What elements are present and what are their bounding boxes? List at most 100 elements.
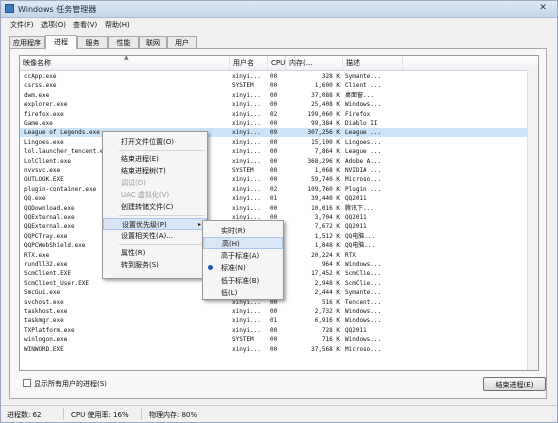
process-description: Windows... — [345, 308, 382, 315]
process-description: QQ2011 — [345, 326, 367, 334]
process-name: explorer.exe — [24, 101, 68, 109]
process-description: QQ2011 — [345, 195, 367, 203]
column-header: 映像名称 ▲ 用户名 CPU 内存(... 描述 — [20, 56, 538, 71]
tab-services[interactable]: 服务 — [77, 36, 108, 48]
context-menu-item[interactable]: 设置相关性(A)... — [103, 230, 207, 242]
context-menu-item[interactable]: 结束进程(E) — [103, 153, 207, 165]
menu-separator — [119, 150, 205, 151]
status-divider — [141, 408, 142, 420]
tab-processes[interactable]: 进程 — [45, 35, 77, 49]
process-cpu: 00 — [270, 148, 278, 156]
process-row[interactable]: csrss.exe SYSTEM 00 1,600 K Client ... — [20, 81, 538, 90]
process-memory: 1,068 K — [314, 167, 340, 174]
process-memory: 37,568 K — [311, 345, 340, 353]
process-description: Microso... — [345, 345, 382, 353]
process-description: League ... — [345, 148, 382, 156]
process-name: winlogon.exe — [24, 336, 68, 344]
priority-option[interactable]: 低于标准(B) — [203, 275, 283, 287]
context-menu-item[interactable]: 创建转储文件(C) — [103, 201, 207, 213]
menu-options[interactable]: 选项(O) — [41, 20, 66, 30]
context-menu-item-label: 属性(R) — [121, 249, 146, 257]
process-cpu: 00 — [270, 91, 278, 99]
process-memory: 516 K — [321, 298, 340, 306]
process-row[interactable]: Game.exe xinyi... 00 99,384 K Diablo II — [20, 119, 538, 128]
context-menu-item: UAC 虚拟化(V) — [103, 189, 207, 201]
process-user: xinyi... — [232, 91, 261, 99]
process-row[interactable]: explorer.exe xinyi... 00 25,408 K Windows... — [20, 100, 538, 109]
process-description: Client ... — [345, 82, 382, 90]
context-menu-item-label: 结束进程树(T) — [121, 167, 166, 175]
priority-option[interactable]: 低(L) — [203, 287, 283, 299]
priority-option[interactable]: 实时(R) — [203, 225, 283, 237]
process-description: QQ2011 — [345, 223, 367, 231]
process-cpu: 01 — [270, 195, 278, 203]
process-name: SmcGui.exe — [24, 289, 61, 297]
process-memory: 109,760 K — [307, 185, 340, 193]
context-menu-item-label: 打开文件位置(O) — [121, 138, 174, 146]
process-row[interactable]: taskmgr.exe xinyi... 01 6,916 K Windows... — [20, 316, 538, 325]
tab-networking[interactable]: 联网 — [139, 36, 167, 48]
process-row[interactable]: WINWORD.EXE xinyi... 00 37,568 K Microso... — [20, 345, 538, 354]
process-name: TXPlatform.exe — [24, 326, 75, 334]
tab-applications[interactable]: 应用程序 — [9, 36, 45, 48]
menu-help[interactable]: 帮助(H) — [105, 20, 130, 30]
process-row[interactable]: winlogon.exe SYSTEM 00 716 K Windows... — [20, 335, 538, 344]
context-menu-item[interactable]: 属性(R) — [103, 247, 207, 259]
process-cpu: 00 — [270, 120, 278, 127]
context-menu-item[interactable]: 打开文件位置(O) — [103, 136, 207, 148]
process-cpu: 02 — [270, 110, 278, 118]
process-cpu: 01 — [270, 317, 278, 325]
column-user-name[interactable]: 用户名 — [230, 56, 268, 70]
process-user: SYSTEM — [232, 82, 254, 90]
process-row[interactable]: dwm.exe xinyi... 00 37,088 K 桌面窗... — [20, 91, 538, 100]
process-row[interactable]: lol.launcher_tencent.exe xinyi... 00 7,864 … — [20, 147, 538, 156]
process-row[interactable]: OUTLOOK.EXE xinyi... 00 59,740 K Microso... — [20, 175, 538, 184]
process-row[interactable]: taskhost.exe xinyi... 00 2,732 K Windows... — [20, 307, 538, 316]
process-list[interactable]: 映像名称 ▲ 用户名 CPU 内存(... 描述 ccApp.exe xinyi.… — [19, 55, 539, 371]
process-row[interactable]: QQDownload.exe xinyi... 00 10,016 K 腾讯下... — [20, 204, 538, 213]
status-bar: 进程数: 62 CPU 使用率: 16% 物理内存: 80% — [1, 405, 557, 423]
process-user: xinyi... — [232, 185, 261, 193]
context-menu-item-label: 结束进程(E) — [121, 155, 159, 163]
process-memory: 17,452 K — [311, 270, 340, 278]
process-row[interactable]: nvvsvc.exe SYSTEM 00 1,068 K NVIDIA ... — [20, 166, 538, 175]
process-row[interactable]: firefox.exe xinyi... 02 199,060 K Firefox — [20, 110, 538, 119]
process-name: dwm.exe — [24, 91, 50, 99]
menu-file[interactable]: 文件(F) — [10, 20, 34, 30]
process-description: Symante... — [345, 289, 382, 297]
process-user: xinyi... — [232, 101, 261, 109]
process-description: Windows... — [345, 101, 382, 109]
context-menu-item[interactable]: 结束进程树(T) — [103, 165, 207, 177]
process-cpu: 00 — [270, 138, 278, 146]
close-icon[interactable]: ✕ — [535, 3, 551, 14]
menu-separator — [119, 244, 205, 245]
process-description: Microso... — [345, 176, 382, 184]
process-cpu: 00 — [270, 101, 278, 109]
priority-option[interactable]: 高于标准(A) — [203, 250, 283, 262]
process-row[interactable]: TXPlatform.exe xinyi... 00 728 K QQ2011 — [20, 326, 538, 335]
tab-users[interactable]: 用户 — [167, 36, 197, 48]
column-cpu[interactable]: CPU — [268, 56, 286, 70]
tab-performance[interactable]: 性能 — [108, 36, 139, 48]
process-memory: 716 K — [321, 336, 340, 344]
process-description: Windows... — [345, 317, 382, 325]
process-row[interactable]: QQ.exe xinyi... 01 39,440 K QQ2011 — [20, 194, 538, 203]
end-process-button[interactable]: 结束进程(E) — [483, 377, 546, 391]
process-description: Symante... — [345, 73, 382, 80]
context-menu-item[interactable]: 转到服务(S) — [103, 259, 207, 271]
column-memory[interactable]: 内存(... — [286, 56, 343, 70]
column-description[interactable]: 描述 — [343, 56, 403, 70]
context-menu-item[interactable]: 设置优先级(P) ▸ — [103, 218, 207, 230]
process-row[interactable]: Lingoes.exe xinyi... 00 15,100 K Lingoes... — [20, 138, 538, 147]
priority-option[interactable]: 高(H) — [203, 237, 283, 250]
process-memory: 964 K — [321, 261, 340, 268]
process-row[interactable]: LolClient.exe xinyi... 00 368,296 K Adobe A.… — [20, 157, 538, 166]
menu-view[interactable]: 查看(V) — [73, 20, 97, 30]
vertical-scrollbar[interactable] — [527, 70, 538, 370]
checkbox-box[interactable] — [23, 379, 31, 387]
process-user: xinyi... — [232, 345, 261, 353]
process-row[interactable]: plugin-container.exe xinyi... 02 109,760 KP… — [20, 185, 538, 194]
process-row[interactable]: League of Legends.exe xinyi... 09 307,256 K… — [20, 128, 538, 138]
process-row[interactable]: ccApp.exe xinyi... 00 328 K Symante... — [20, 72, 538, 81]
priority-option[interactable]: 标准(N) — [203, 262, 283, 274]
